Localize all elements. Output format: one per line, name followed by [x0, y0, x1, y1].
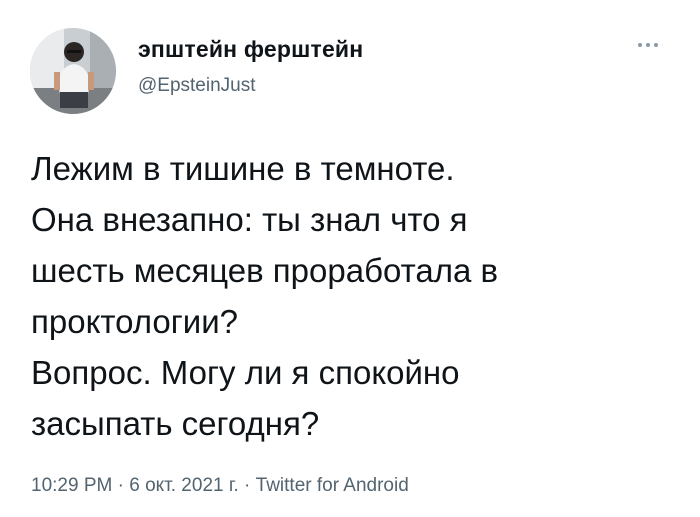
meta-separator: · — [112, 475, 130, 496]
tweet-line: Лежим в тишине в темноте. — [31, 150, 455, 187]
meta-separator: · — [238, 475, 256, 496]
tweet-card: эпштейн ферштейн @EpsteinJust Лежим в ти… — [0, 0, 700, 517]
dot — [638, 43, 642, 47]
tweet-line: проктологии? — [31, 303, 238, 340]
tweet-time[interactable]: 10:29 PM — [31, 475, 112, 496]
tweet-date[interactable]: 6 окт. 2021 г. — [129, 475, 239, 496]
tweet-meta: 10:29 PM · 6 окт. 2021 г. · Twitter for … — [31, 475, 409, 497]
tweet-line: Вопрос. Могу ли я спокойно — [31, 354, 460, 391]
tweet-line: Она внезапно: ты знал что я — [31, 201, 468, 238]
display-name[interactable]: эпштейн ферштейн — [138, 36, 363, 63]
avatar-image — [30, 28, 116, 114]
dot — [646, 43, 650, 47]
tweet-source[interactable]: Twitter for Android — [256, 475, 409, 496]
dot — [654, 43, 658, 47]
more-options-icon[interactable] — [628, 35, 668, 55]
tweet-text: Лежим в тишине в темноте. Она внезапно: … — [31, 143, 671, 449]
avatar[interactable] — [30, 28, 116, 114]
tweet-line: шесть месяцев проработала в — [31, 252, 499, 289]
user-handle[interactable]: @EpsteinJust — [138, 75, 256, 97]
tweet-line: засыпать сегодня? — [31, 405, 320, 442]
